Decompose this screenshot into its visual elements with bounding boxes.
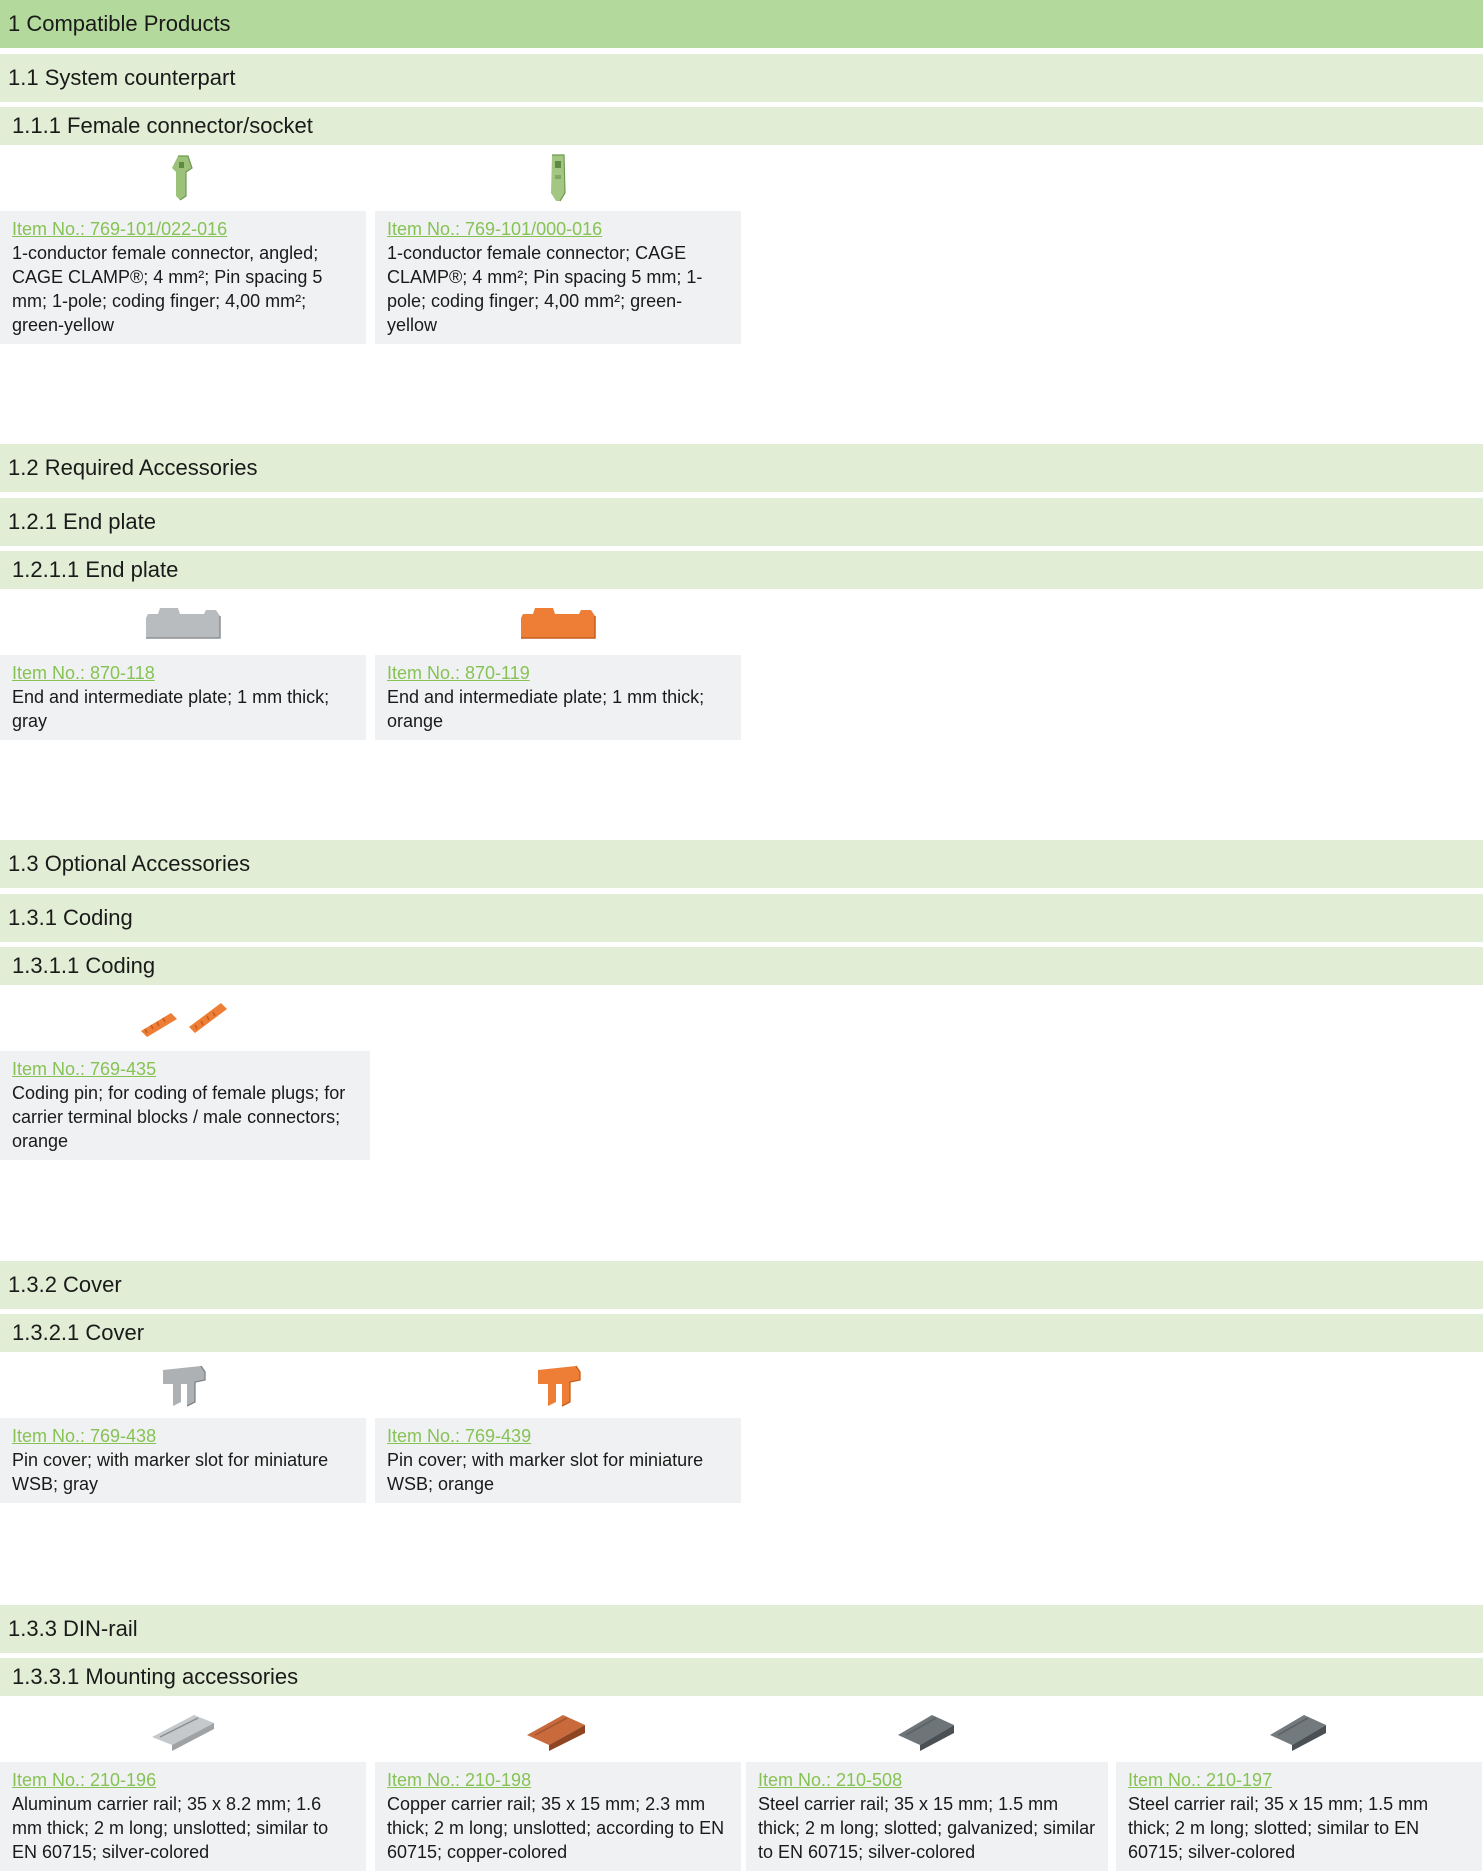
product-description: Coding pin; for coding of female plugs; … xyxy=(12,1083,346,1151)
item-number-link[interactable]: Item No.: 769-101/000-016 xyxy=(387,217,731,241)
product-card-210-197: Item No.: 210-197 Steel carrier rail; 35… xyxy=(1116,1696,1482,1871)
pin-cover-gray-icon xyxy=(163,1365,206,1407)
section-header-cover-sub: 1.3.2.1 Cover xyxy=(0,1314,1483,1352)
section-header-coding-sub: 1.3.1.1 Coding xyxy=(0,947,1483,985)
product-card-769-101-022-016: Item No.: 769-101/022-016 1-conductor fe… xyxy=(0,145,366,344)
section-header-end-plate: 1.2.1 End plate xyxy=(0,498,1483,546)
product-description: Aluminum carrier rail; 35 x 8.2 mm; 1.6 … xyxy=(12,1794,329,1862)
section-title: 1.2 Required Accessories xyxy=(8,455,258,480)
end-plate-gray-icon xyxy=(146,608,221,639)
product-card-870-118: Item No.: 870-118 End and intermediate p… xyxy=(0,589,366,740)
product-thumbnail xyxy=(0,145,366,211)
product-description: Pin cover; with marker slot for miniatur… xyxy=(387,1450,704,1494)
section-header-end-plate-sub: 1.2.1.1 End plate xyxy=(0,551,1483,589)
product-info: Item No.: 769-438 Pin cover; with marker… xyxy=(0,1418,366,1503)
product-info: Item No.: 210-508 Steel carrier rail; 35… xyxy=(746,1762,1108,1871)
item-number-link[interactable]: Item No.: 210-508 xyxy=(758,1768,1098,1792)
steel-rail-icon xyxy=(898,1715,954,1751)
female-connector-icon xyxy=(551,154,566,202)
section-title: 1.3.1.1 Coding xyxy=(12,953,156,978)
product-thumbnail xyxy=(746,1696,1108,1762)
product-card-769-435: Item No.: 769-435 Coding pin; for coding… xyxy=(0,985,370,1160)
section-title: 1.2.1 End plate xyxy=(8,509,157,534)
section-header-female-connector: 1.1.1 Female connector/socket xyxy=(0,107,1483,145)
product-info: Item No.: 210-196 Aluminum carrier rail;… xyxy=(0,1762,366,1871)
product-thumbnail xyxy=(375,589,741,655)
product-info: Item No.: 769-435 Coding pin; for coding… xyxy=(0,1051,370,1160)
product-description: End and intermediate plate; 1 mm thick; … xyxy=(387,687,705,731)
product-info: Item No.: 210-197 Steel carrier rail; 35… xyxy=(1116,1762,1482,1871)
product-card-769-101-000-016: Item No.: 769-101/000-016 1-conductor fe… xyxy=(375,145,741,344)
product-thumbnail xyxy=(0,1696,366,1762)
product-description: 1-conductor female connector; CAGE CLAMP… xyxy=(387,243,703,335)
product-thumbnail xyxy=(0,589,366,655)
item-number-link[interactable]: Item No.: 769-435 xyxy=(12,1057,360,1081)
section-title: 1 Compatible Products xyxy=(8,11,231,36)
item-number-link[interactable]: Item No.: 769-439 xyxy=(387,1424,731,1448)
section-title: 1.1 System counterpart xyxy=(8,65,236,90)
product-card-210-196: Item No.: 210-196 Aluminum carrier rail;… xyxy=(0,1696,366,1871)
product-info: Item No.: 769-439 Pin cover; with marker… xyxy=(375,1418,741,1503)
end-plate-orange-icon xyxy=(521,608,596,639)
product-thumbnail xyxy=(375,1352,741,1418)
item-number-link[interactable]: Item No.: 870-119 xyxy=(387,661,731,685)
section-header-coding: 1.3.1 Coding xyxy=(0,894,1483,942)
section-title: 1.1.1 Female connector/socket xyxy=(12,113,313,138)
product-info: Item No.: 769-101/000-016 1-conductor fe… xyxy=(375,211,741,344)
section-title: 1.3.3 DIN-rail xyxy=(8,1616,138,1641)
copper-rail-icon xyxy=(527,1715,585,1751)
section-title: 1.3 Optional Accessories xyxy=(8,851,251,876)
product-info: Item No.: 870-119 End and intermediate p… xyxy=(375,655,741,740)
steel-rail-icon xyxy=(1270,1715,1326,1751)
item-number-link[interactable]: Item No.: 769-101/022-016 xyxy=(12,217,356,241)
pin-cover-orange-icon xyxy=(538,1365,581,1407)
product-info: Item No.: 870-118 End and intermediate p… xyxy=(0,655,366,740)
product-card-210-198: Item No.: 210-198 Copper carrier rail; 3… xyxy=(375,1696,741,1871)
product-thumbnail xyxy=(0,985,370,1051)
item-number-link[interactable]: Item No.: 210-198 xyxy=(387,1768,731,1792)
product-thumbnail xyxy=(375,1696,741,1762)
product-description: Steel carrier rail; 35 x 15 mm; 1.5 mm t… xyxy=(1128,1794,1429,1862)
section-header-required-accessories: 1.2 Required Accessories xyxy=(0,444,1483,492)
coding-pin-icon xyxy=(141,1003,227,1037)
section-title: 1.2.1.1 End plate xyxy=(12,557,179,582)
section-title: 1.3.1 Coding xyxy=(8,905,133,930)
product-thumbnail xyxy=(0,1352,366,1418)
product-info: Item No.: 210-198 Copper carrier rail; 3… xyxy=(375,1762,741,1871)
section-header-compatible-products: 1 Compatible Products xyxy=(0,0,1483,48)
section-title: 1.3.3.1 Mounting accessories xyxy=(12,1664,299,1689)
product-card-769-439: Item No.: 769-439 Pin cover; with marker… xyxy=(375,1352,741,1503)
section-header-optional-accessories: 1.3 Optional Accessories xyxy=(0,840,1483,888)
section-header-cover: 1.3.2 Cover xyxy=(0,1261,1483,1309)
product-info: Item No.: 769-101/022-016 1-conductor fe… xyxy=(0,211,366,344)
section-title: 1.3.2.1 Cover xyxy=(12,1320,145,1345)
item-number-link[interactable]: Item No.: 210-197 xyxy=(1128,1768,1472,1792)
product-card-870-119: Item No.: 870-119 End and intermediate p… xyxy=(375,589,741,740)
aluminum-rail-icon xyxy=(152,1715,214,1751)
product-card-769-438: Item No.: 769-438 Pin cover; with marker… xyxy=(0,1352,366,1503)
product-description: 1-conductor female connector, angled; CA… xyxy=(12,243,323,335)
product-description: Copper carrier rail; 35 x 15 mm; 2.3 mm … xyxy=(387,1794,725,1862)
section-header-mounting-accessories: 1.3.3.1 Mounting accessories xyxy=(0,1658,1483,1696)
section-header-system-counterpart: 1.1 System counterpart xyxy=(0,54,1483,102)
product-description: Pin cover; with marker slot for miniatur… xyxy=(12,1450,329,1494)
angled-female-connector-icon xyxy=(172,155,193,201)
product-thumbnail xyxy=(1116,1696,1482,1762)
item-number-link[interactable]: Item No.: 769-438 xyxy=(12,1424,356,1448)
product-thumbnail xyxy=(375,145,741,211)
item-number-link[interactable]: Item No.: 210-196 xyxy=(12,1768,356,1792)
product-card-210-508: Item No.: 210-508 Steel carrier rail; 35… xyxy=(746,1696,1108,1871)
section-title: 1.3.2 Cover xyxy=(8,1272,122,1297)
product-description: End and intermediate plate; 1 mm thick; … xyxy=(12,687,330,731)
section-header-din-rail: 1.3.3 DIN-rail xyxy=(0,1605,1483,1653)
product-description: Steel carrier rail; 35 x 15 mm; 1.5 mm t… xyxy=(758,1794,1096,1862)
item-number-link[interactable]: Item No.: 870-118 xyxy=(12,661,356,685)
